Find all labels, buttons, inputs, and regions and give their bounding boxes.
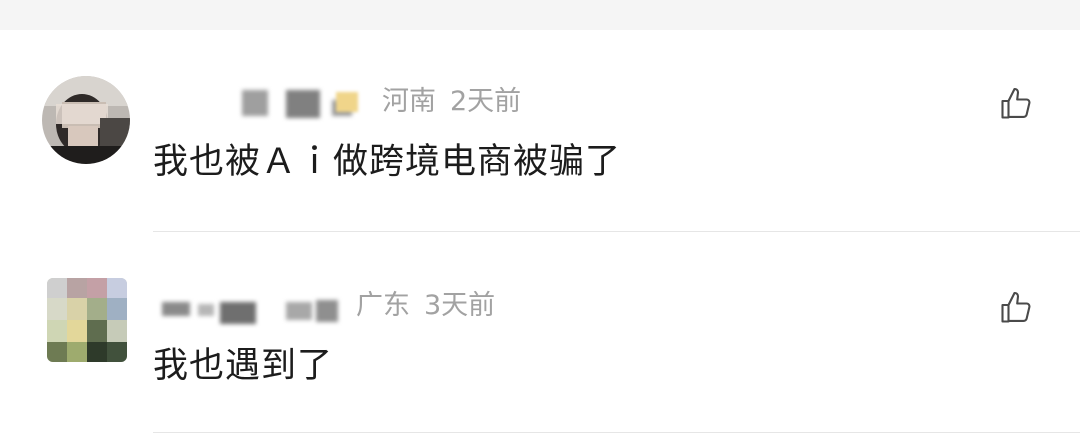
username-redacted — [316, 300, 338, 322]
blurred-avatar-image — [42, 76, 130, 164]
avatar[interactable] — [47, 278, 127, 362]
divider — [153, 231, 1080, 232]
like-button[interactable] — [998, 86, 1034, 122]
comment-meta: 广东 3天前 — [150, 288, 850, 328]
vip-badge-icon — [336, 92, 358, 112]
username-redacted — [198, 304, 214, 316]
top-strip — [0, 0, 1080, 30]
comment-region: 河南 — [382, 86, 436, 117]
thumbs-up-icon — [1001, 87, 1031, 119]
blurred-avatar-image — [47, 278, 127, 362]
comment-time: 2天前 — [450, 86, 522, 117]
comment-item: 广东 3天前 我也遇到了 — [0, 274, 1080, 434]
avatar[interactable] — [42, 76, 130, 164]
username-redacted[interactable] — [242, 90, 268, 116]
username-redacted — [220, 302, 256, 324]
thumbs-up-icon — [1001, 291, 1031, 323]
like-button[interactable] — [998, 290, 1034, 326]
comment-text: 我也遇到了 — [153, 346, 334, 386]
comment-region: 广东 — [356, 290, 410, 321]
comment-text: 我也被Ａｉ做跨境电商被骗了 — [153, 142, 622, 182]
username-redacted[interactable] — [162, 302, 190, 316]
comment-meta: 河南 2天前 — [150, 84, 850, 124]
comment-item: 河南 2天前 我也被Ａｉ做跨境电商被骗了 — [0, 70, 1080, 232]
divider — [153, 432, 1080, 433]
username-redacted — [286, 90, 320, 118]
username-redacted — [286, 302, 312, 320]
comment-time: 3天前 — [424, 290, 496, 321]
